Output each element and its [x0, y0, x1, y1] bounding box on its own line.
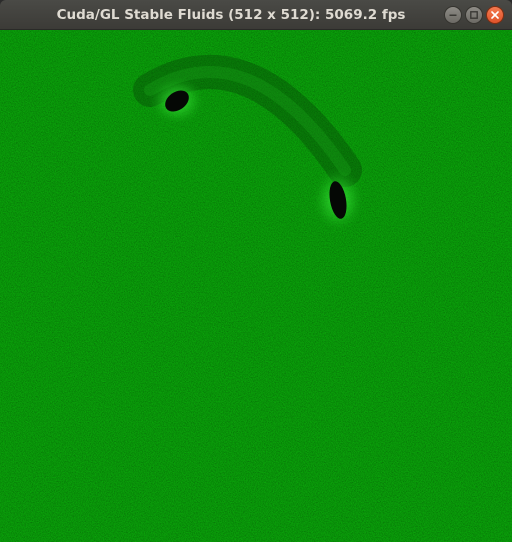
fluid-field	[0, 30, 512, 542]
vortex-right	[312, 168, 364, 232]
maximize-button[interactable]	[465, 6, 483, 24]
window-controls	[444, 6, 504, 24]
minimize-icon	[449, 11, 457, 19]
fluid-texture-light	[0, 30, 512, 542]
close-icon	[491, 11, 499, 19]
close-button[interactable]	[486, 6, 504, 24]
title-bar[interactable]: Cuda/GL Stable Fluids (512 x 512): 5069.…	[0, 0, 512, 30]
window-title: Cuda/GL Stable Fluids (512 x 512): 5069.…	[56, 7, 406, 23]
app-window: Cuda/GL Stable Fluids (512 x 512): 5069.…	[0, 0, 512, 542]
maximize-icon	[470, 11, 478, 19]
fluid-canvas[interactable]	[0, 30, 512, 542]
vortex-upper-left	[149, 77, 205, 125]
minimize-button[interactable]	[444, 6, 462, 24]
